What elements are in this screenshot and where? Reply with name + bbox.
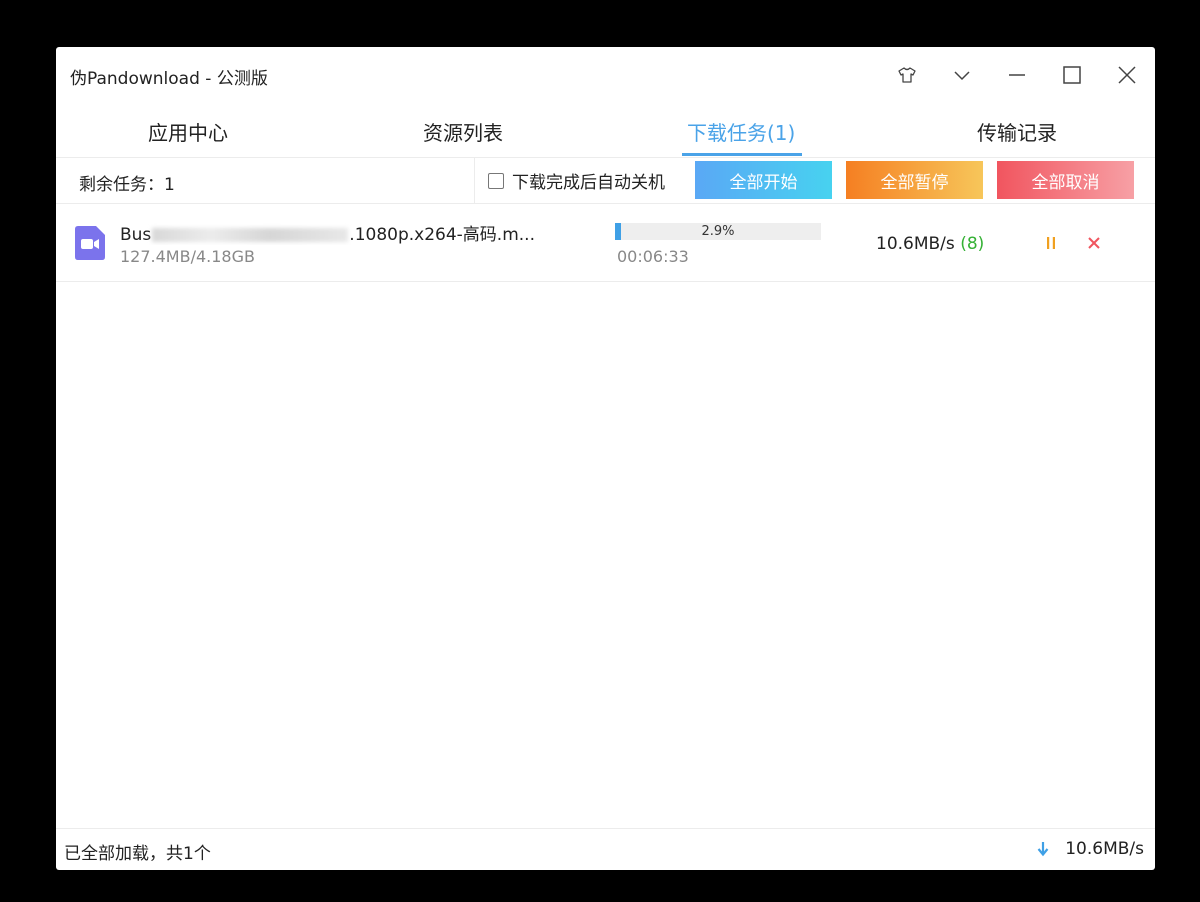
tab-resource-list[interactable]: 资源列表 [423, 117, 503, 146]
task-cancel-button[interactable] [1083, 232, 1105, 254]
auto-shutdown-option[interactable]: 下载完成后自动关机 [488, 168, 665, 193]
tab-transfer-records[interactable]: 传输记录 [977, 117, 1057, 146]
remaining-tasks-count: 剩余任务：1 [79, 175, 175, 195]
task-speed: 10.6MB/s (8) [876, 234, 984, 254]
task-pause-button[interactable] [1040, 232, 1062, 254]
download-arrow-icon [1037, 842, 1049, 857]
video-file-icon [75, 226, 105, 260]
close-icon [1088, 237, 1100, 249]
total-download-speed: 10.6MB/s [1037, 839, 1144, 859]
minimize-icon [1009, 74, 1025, 76]
pause-icon [1047, 237, 1055, 249]
menu-button[interactable] [947, 61, 977, 89]
task-time-remaining: 00:06:33 [617, 247, 689, 266]
task-row[interactable]: Bus .1080p.x264-高码.m... 127.4MB/4.18GB 2.… [56, 204, 1155, 282]
app-title: 伪Pandownload - 公测版 [70, 69, 268, 89]
pause-all-button[interactable]: 全部暂停 [846, 161, 983, 199]
start-all-button[interactable]: 全部开始 [695, 161, 832, 199]
task-size-progress: 127.4MB/4.18GB [120, 247, 255, 266]
title-bar: 伪Pandownload - 公测版 [56, 47, 1155, 103]
task-file-name-start: Bus [120, 225, 152, 245]
task-file-name-end: .1080p.x264-高码.m... [349, 225, 535, 245]
maximize-button[interactable] [1057, 61, 1087, 89]
auto-shutdown-checkbox[interactable] [488, 172, 504, 189]
auto-shutdown-label: 下载完成后自动关机 [512, 173, 665, 193]
task-progress-percent: 2.9% [701, 224, 735, 239]
main-tabs: 应用中心 资源列表 下载任务(1) 传输记录 [56, 107, 1155, 157]
task-connections: (8) [960, 234, 985, 254]
task-toolbar: 剩余任务：1 下载完成后自动关机 全部开始 全部暂停 全部取消 [56, 157, 1155, 203]
status-bar: 已全部加载，共1个 10.6MB/s [56, 828, 1155, 870]
shirt-icon [898, 67, 916, 83]
total-speed-value: 10.6MB/s [1065, 839, 1144, 859]
app-window: 伪Pandownload - 公测版 应用中心 资源列表 下载任务(1) 传输记… [56, 47, 1155, 870]
chevron-down-icon [954, 71, 970, 81]
maximize-icon [1063, 66, 1081, 84]
task-file-name: Bus .1080p.x264-高码.m... [120, 220, 535, 245]
tab-app-center[interactable]: 应用中心 [148, 117, 228, 146]
skin-button[interactable] [892, 61, 922, 89]
toolbar-separator [474, 157, 475, 203]
task-row-divider [56, 281, 1155, 282]
minimize-button[interactable] [1002, 61, 1032, 89]
loaded-status: 已全部加载，共1个 [64, 844, 211, 864]
close-button[interactable] [1112, 61, 1142, 89]
task-progress-bar: 2.9% [615, 223, 821, 240]
redacted-filename-segment [152, 228, 349, 242]
tab-download-tasks[interactable]: 下载任务(1) [687, 117, 795, 146]
close-icon [1118, 66, 1136, 84]
active-tab-indicator [682, 153, 802, 156]
cancel-all-button[interactable]: 全部取消 [997, 161, 1134, 199]
task-speed-value: 10.6MB/s [876, 234, 955, 254]
